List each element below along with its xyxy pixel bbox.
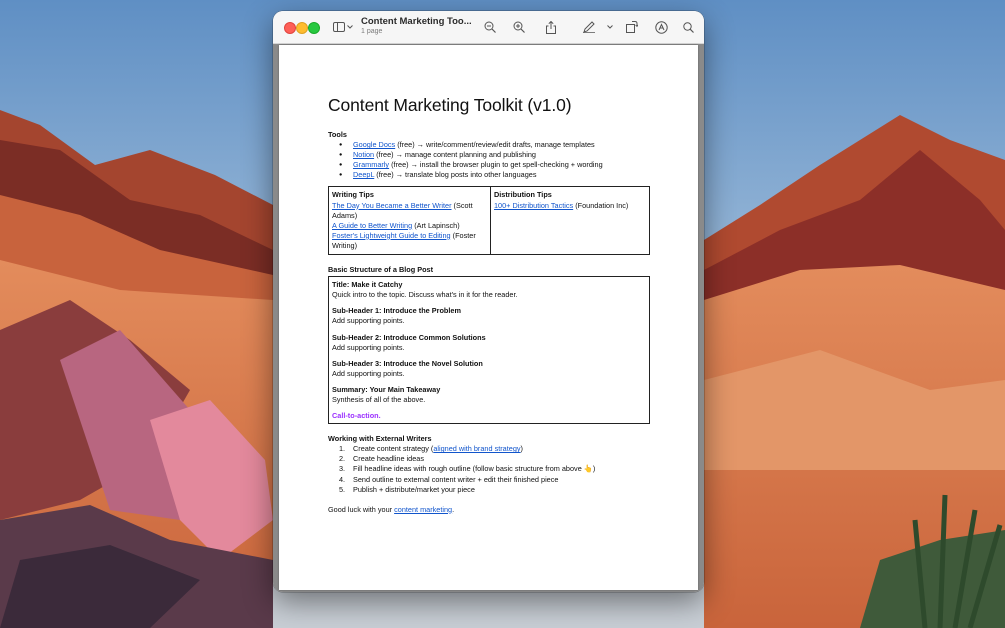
writing-tip: A Guide to Better Writing (Art Lapinsch): [332, 221, 487, 231]
step-number: 5.: [339, 484, 346, 494]
distribution-tip-source: (Foundation Inc): [573, 200, 629, 210]
step-text: Create content strategy (: [353, 444, 434, 454]
zoom-button[interactable]: [308, 22, 320, 34]
pdf-page: Content Marketing Toolkit (v1.0) Tools G…: [279, 45, 698, 590]
step-number: 4.: [339, 474, 346, 484]
step-number: 2.: [339, 454, 346, 464]
closing-text: .: [452, 504, 455, 514]
zoom-in-icon[interactable]: [513, 18, 525, 36]
writing-tip: Foster's Lightweight Guide to Editing (F…: [332, 231, 487, 251]
preview-window: Content Marketing Too... 1 page Content …: [273, 11, 704, 592]
list-item: DeepL (free) → translate blog posts into…: [328, 170, 652, 180]
page-count: 1 page: [361, 28, 383, 35]
distribution-tactics-link[interactable]: 100+ Distribution Tactics: [494, 201, 573, 210]
tool-description: (free) → write/comment/review/edit draft…: [395, 140, 595, 150]
structure-label: Basic Structure of a Blog Post: [328, 265, 434, 275]
writing-tip-author: (Art Lapinsch): [412, 220, 460, 230]
notion-link[interactable]: Notion: [353, 150, 374, 159]
tools-list: Google Docs (free) → write/comment/revie…: [328, 140, 652, 180]
tool-description: (free) → translate blog posts into other…: [374, 170, 537, 180]
writing-tips-cell: Writing Tips The Day You Became a Better…: [328, 186, 491, 256]
closing-line: Good luck with your content marketing.: [328, 505, 652, 515]
document-canvas[interactable]: Content Marketing Toolkit (v1.0) Tools G…: [273, 44, 704, 592]
list-item: 5. Publish + distribute/market your piece: [328, 485, 652, 495]
minimize-button[interactable]: [296, 22, 308, 34]
distribution-tips-cell: Distribution Tips 100+ Distribution Tact…: [490, 186, 650, 256]
structure-body: Quick intro to the topic. Discuss what's…: [332, 290, 518, 300]
step-number: 1.: [339, 444, 346, 454]
structure-body: Synthesis of all of the above.: [332, 394, 426, 404]
writing-tips-title: Writing Tips: [332, 190, 374, 200]
brand-strategy-link[interactable]: aligned with brand strategy: [433, 444, 520, 453]
search-icon[interactable]: [683, 18, 694, 36]
tips-table: Writing Tips The Day You Became a Better…: [328, 186, 650, 256]
step-text: Publish + distribute/market your piece: [353, 484, 475, 494]
markup-circle-icon[interactable]: [655, 18, 668, 36]
share-icon[interactable]: [546, 18, 556, 36]
list-item: 3. Fill headline ideas with rough outline…: [328, 464, 652, 474]
step-text: Send outline to external content writer …: [353, 474, 559, 484]
structure-heading: Title: Make it Catchy: [332, 280, 403, 290]
structure-heading: Sub-Header 3: Introduce the Novel Soluti…: [332, 358, 483, 368]
writing-tip-link[interactable]: Foster's Lightweight Guide to Editing: [332, 231, 451, 240]
writing-tip-link[interactable]: The Day You Became a Better Writer: [332, 201, 452, 210]
step-text: ): [520, 444, 523, 454]
zoom-out-icon[interactable]: [484, 18, 496, 36]
structure-heading: Summary: Your Main Takeaway: [332, 384, 441, 394]
tool-description: (free) → install the browser plugin to g…: [389, 160, 603, 170]
writing-tip-link[interactable]: A Guide to Better Writing: [332, 221, 412, 230]
list-item: 4. Send outline to external content write…: [328, 475, 652, 485]
sidebar-icon[interactable]: [333, 18, 345, 36]
structure-body: Add supporting points.: [332, 316, 405, 326]
step-text: Create headline ideas: [353, 454, 424, 464]
document-title: Content Marketing Too...: [361, 16, 471, 27]
structure-body: Add supporting points.: [332, 342, 405, 352]
tool-description: (free) → manage content planning and pub…: [374, 150, 536, 160]
rotate-icon[interactable]: [626, 18, 638, 36]
content-marketing-link[interactable]: content marketing: [394, 505, 452, 514]
structure-heading: Sub-Header 1: Introduce the Problem: [332, 306, 461, 316]
structure-cell: Title: Make it Catchy Quick intro to the…: [328, 276, 650, 425]
page-content: Content Marketing Toolkit (v1.0) Tools G…: [328, 95, 652, 515]
structure-body: Add supporting points.: [332, 368, 405, 378]
closing-text: Good luck with your: [328, 504, 395, 514]
list-item: 2. Create headline ideas: [328, 454, 652, 464]
list-item: 1. Create content strategy (aligned with …: [328, 444, 652, 454]
deepl-link[interactable]: DeepL: [353, 170, 374, 179]
chevron-down-icon[interactable]: [347, 18, 353, 36]
close-button[interactable]: [284, 22, 296, 34]
markup-pen-icon[interactable]: [583, 18, 596, 36]
list-item: Google Docs (free) → write/comment/revie…: [328, 140, 652, 150]
call-to-action: Call-to-action.: [332, 411, 381, 421]
step-text: Fill headline ideas with rough outline (…: [353, 464, 596, 474]
steps-list: 1. Create content strategy (aligned with …: [328, 444, 652, 494]
grammarly-link[interactable]: Grammarly: [353, 160, 389, 169]
distribution-tip: 100+ Distribution Tactics (Foundation In…: [494, 201, 646, 211]
google-docs-link[interactable]: Google Docs: [353, 140, 395, 149]
distribution-tips-title: Distribution Tips: [494, 190, 552, 200]
structure-heading: Sub-Header 2: Introduce Common Solutions: [332, 332, 486, 342]
writing-tip: The Day You Became a Better Writer (Scot…: [332, 201, 487, 221]
structure-table: Title: Make it Catchy Quick intro to the…: [328, 276, 650, 425]
document-heading: Content Marketing Toolkit (v1.0): [328, 95, 572, 115]
tools-label: Tools: [328, 130, 347, 139]
external-writers-label: Working with External Writers: [328, 434, 432, 444]
list-item: Notion (free) → manage content planning …: [328, 150, 652, 160]
chevron-down-icon[interactable]: [607, 18, 613, 36]
step-number: 3.: [339, 464, 346, 474]
title-bar[interactable]: Content Marketing Too... 1 page: [273, 11, 704, 44]
list-item: Grammarly (free) → install the browser p…: [328, 160, 652, 170]
